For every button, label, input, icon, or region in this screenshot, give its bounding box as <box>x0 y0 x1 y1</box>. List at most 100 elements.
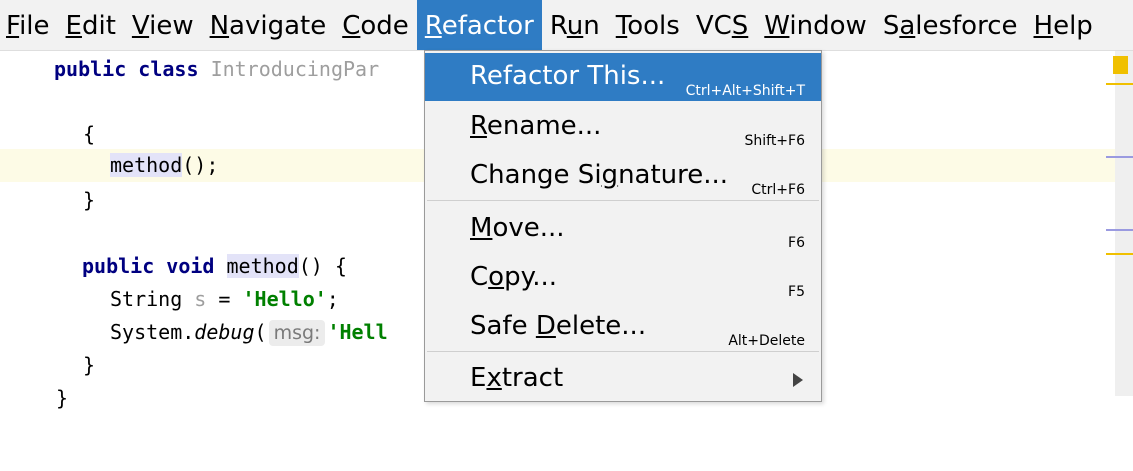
menu-mnemonic: N <box>209 11 230 41</box>
menu-label-part: R <box>549 11 567 41</box>
label-part: Refactor This... <box>470 61 666 91</box>
keyword: public <box>54 57 127 81</box>
menu-item-rename[interactable]: Rename... Shift+F6 <box>425 103 821 151</box>
code-line-method-close: } <box>83 349 95 382</box>
menu-window[interactable]: Window <box>756 0 875 50</box>
menu-view[interactable]: View <box>124 0 202 50</box>
menu-label-part: avigate <box>229 11 327 41</box>
brace: } <box>83 188 96 212</box>
punctuation: () { <box>298 254 347 278</box>
menu-mnemonic: V <box>131 11 150 41</box>
label-part: elete... <box>555 311 647 341</box>
menu-edit[interactable]: Edit <box>58 0 124 50</box>
menu-mnemonic: x <box>486 363 502 393</box>
menu-tools[interactable]: Tools <box>608 0 688 50</box>
menu-item-safe-delete[interactable]: Safe Delete... Alt+Delete <box>425 303 821 351</box>
submenu-arrow-icon <box>793 373 803 387</box>
variable: s <box>194 287 207 311</box>
label-part: tract <box>501 363 564 393</box>
label-part: ename... <box>486 111 602 141</box>
menu-label-part: ode <box>360 11 409 41</box>
refactor-menu-dropdown: Refactor This... Ctrl+Alt+Shift+T Rename… <box>424 50 822 402</box>
operator: = <box>218 287 231 311</box>
punctuation: ; <box>326 287 339 311</box>
menu-item-label: Rename... <box>470 111 601 141</box>
menu-mnemonic: D <box>535 311 556 341</box>
class-name: System. <box>110 320 195 344</box>
menu-help[interactable]: Help <box>1026 0 1101 50</box>
string-literal: 'Hello' <box>242 287 327 311</box>
keyword: public <box>82 254 155 278</box>
menu-item-label: Copy... <box>470 262 557 292</box>
method-identifier: debug <box>194 320 255 344</box>
menu-label-part: VC <box>695 11 732 41</box>
code-line-debug: System.debug(msg: 'Hell <box>110 316 388 349</box>
menu-refactor[interactable]: Refactor <box>416 0 542 50</box>
menu-item-refactor-this[interactable]: Refactor This... Ctrl+Alt+Shift+T <box>425 53 821 101</box>
menu-mnemonic: o <box>488 262 505 292</box>
menu-label-part: efactor <box>441 11 534 41</box>
menu-label-part: lesforce <box>915 11 1018 41</box>
label-part: nature... <box>618 160 729 190</box>
code-line-method-call: method(); <box>110 149 218 182</box>
menu-mnemonic: R <box>470 111 487 141</box>
menu-run[interactable]: Run <box>542 0 608 50</box>
menu-item-move[interactable]: Move... F6 <box>425 205 821 253</box>
keyword: class <box>138 57 199 81</box>
label-part: C <box>470 262 489 292</box>
menu-mnemonic: F <box>6 11 20 41</box>
menu-item-change-signature[interactable]: Change Signature... Ctrl+F6 <box>425 152 821 200</box>
shortcut-label: Shift+F6 <box>744 133 805 149</box>
label-part: ove... <box>492 213 565 243</box>
menu-item-label: Extract <box>470 363 563 393</box>
menu-label-part: ools <box>627 11 680 41</box>
menu-label-part: indow <box>789 11 867 41</box>
label-part: py... <box>504 262 558 292</box>
brace: } <box>56 386 69 410</box>
menu-label-part: ile <box>19 11 50 41</box>
brace: { <box>83 122 96 146</box>
menu-vcs[interactable]: VCS <box>688 0 756 50</box>
menu-label-part: n <box>583 11 600 41</box>
menu-label-part: elp <box>1053 11 1093 41</box>
warning-stripe-mark[interactable] <box>1106 253 1133 255</box>
menu-code[interactable]: Code <box>334 0 417 50</box>
code-line-string-decl: String s = 'Hello'; <box>110 283 339 316</box>
menu-mnemonic: a <box>899 11 916 41</box>
menu-mnemonic: S <box>731 11 749 41</box>
menu-item-extract[interactable]: Extract <box>425 355 821 403</box>
shortcut-label: Ctrl+Alt+Shift+T <box>685 83 805 99</box>
menu-navigate[interactable]: Navigate <box>202 0 335 50</box>
keyword: void <box>166 254 215 278</box>
punctuation: ( <box>254 320 267 344</box>
shortcut-label: Ctrl+F6 <box>751 182 805 198</box>
code-line-brace-open: { <box>83 118 95 151</box>
menu-mnemonic: H <box>1033 11 1054 41</box>
shortcut-label: F5 <box>788 284 805 300</box>
menu-separator <box>427 351 819 352</box>
code-line-brace-close: } <box>83 184 95 217</box>
menu-bar: File Edit View Navigate Code Refactor Ru… <box>0 0 1133 51</box>
menu-mnemonic: W <box>764 11 790 41</box>
menu-label-part: dit <box>81 11 116 41</box>
usage-stripe-mark[interactable] <box>1106 229 1133 231</box>
type-name: String <box>110 287 183 311</box>
menu-label-part: iew <box>149 11 194 41</box>
error-stripe-scrollbar[interactable] <box>1115 51 1133 396</box>
warning-stripe-mark[interactable] <box>1106 83 1133 85</box>
menu-item-label: Refactor This... <box>470 61 665 91</box>
usage-stripe-mark[interactable] <box>1106 156 1133 158</box>
menu-mnemonic: M <box>470 213 493 243</box>
menu-separator <box>427 200 819 201</box>
menu-mnemonic: E <box>65 11 82 41</box>
menu-item-copy[interactable]: Copy... F5 <box>425 254 821 302</box>
menu-mnemonic: u <box>566 11 584 41</box>
menu-file[interactable]: File <box>0 0 58 50</box>
code-line-class-decl: public class IntroducingPar <box>54 53 379 86</box>
menu-mnemonic: C <box>342 11 361 41</box>
menu-salesforce[interactable]: Salesforce <box>875 0 1026 50</box>
warning-indicator-icon[interactable] <box>1113 56 1128 74</box>
parameter-hint: msg: <box>268 320 326 346</box>
method-identifier: method <box>226 254 299 278</box>
label-part: E <box>470 363 487 393</box>
